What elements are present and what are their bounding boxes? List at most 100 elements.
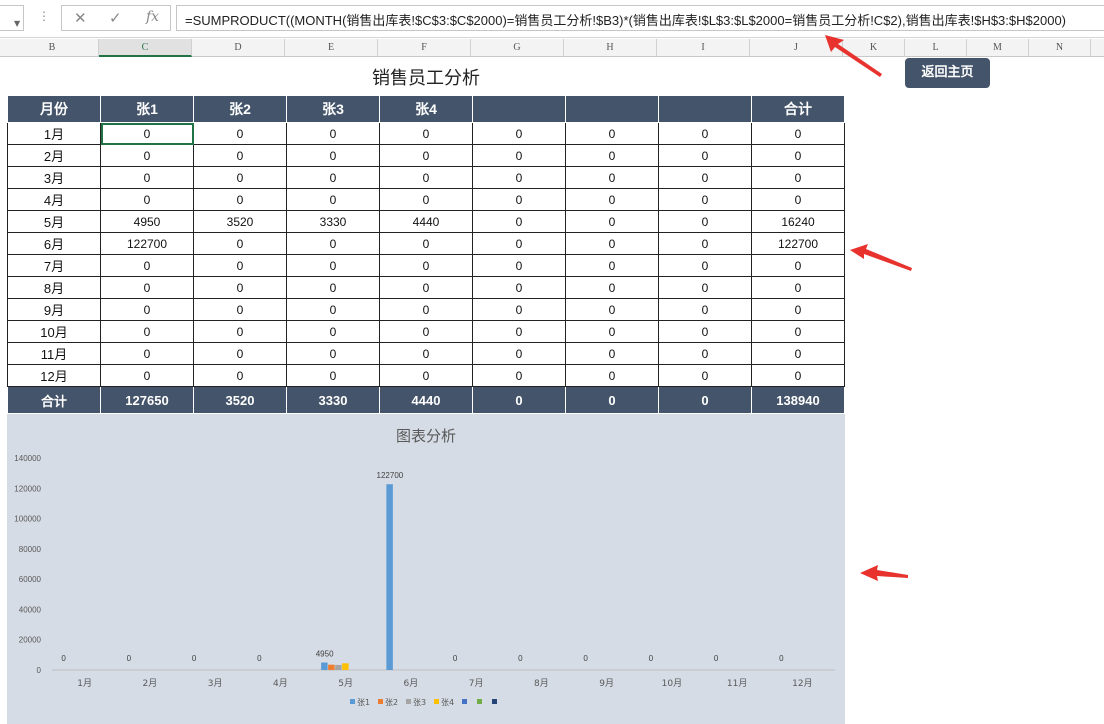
value-cell[interactable]: 0 [472,364,566,387]
month-cell[interactable]: 11月 [7,342,101,365]
month-cell[interactable]: 6月 [7,232,101,255]
month-cell[interactable]: 8月 [7,276,101,299]
value-cell[interactable]: 0 [565,320,659,343]
month-cell[interactable]: 7月 [7,254,101,277]
insert-function-icon[interactable]: fx [146,9,159,25]
value-cell[interactable]: 0 [565,166,659,189]
value-cell[interactable]: 0 [658,144,752,167]
value-cell[interactable]: 0 [658,320,752,343]
return-home-button[interactable]: 返回主页 [905,58,990,88]
value-cell[interactable]: 4950 [100,210,194,233]
value-cell[interactable]: 0 [472,232,566,255]
value-cell[interactable]: 0 [379,188,473,211]
more-options-icon[interactable]: ⋮ [38,9,50,23]
value-cell[interactable]: 0 [100,188,194,211]
value-cell[interactable]: 0 [658,166,752,189]
total-cell[interactable]: 0 [565,386,659,414]
column-header-f[interactable]: F [378,39,471,57]
total-label[interactable]: 合计 [7,386,101,414]
value-cell[interactable]: 0 [100,254,194,277]
value-cell[interactable]: 0 [472,188,566,211]
name-box[interactable]: ▼ [0,5,24,31]
value-cell[interactable]: 3520 [193,210,287,233]
value-cell[interactable]: 122700 [100,232,194,255]
header-cell[interactable]: 合计 [751,95,845,123]
value-cell[interactable]: 0 [751,166,845,189]
value-cell[interactable]: 0 [379,364,473,387]
value-cell[interactable]: 0 [658,276,752,299]
total-cell[interactable]: 3520 [193,386,287,414]
value-cell[interactable]: 0 [379,342,473,365]
value-cell[interactable]: 0 [193,166,287,189]
value-cell[interactable]: 0 [565,188,659,211]
header-cell[interactable] [472,95,566,123]
value-cell[interactable]: 0 [193,342,287,365]
value-cell[interactable]: 16240 [751,210,845,233]
value-cell[interactable]: 0 [472,276,566,299]
month-cell[interactable]: 3月 [7,166,101,189]
value-cell[interactable]: 0 [751,276,845,299]
value-cell[interactable]: 0 [472,254,566,277]
value-cell[interactable]: 0 [379,298,473,321]
value-cell[interactable]: 122700 [751,232,845,255]
value-cell[interactable]: 0 [100,342,194,365]
value-cell[interactable]: 0 [751,342,845,365]
value-cell[interactable]: 0 [565,210,659,233]
header-cell[interactable] [658,95,752,123]
month-cell[interactable]: 10月 [7,320,101,343]
cancel-icon[interactable]: ✕ [74,9,87,27]
value-cell[interactable]: 0 [286,144,380,167]
value-cell[interactable]: 0 [751,122,845,145]
value-cell[interactable]: 0 [286,276,380,299]
total-cell[interactable]: 127650 [100,386,194,414]
value-cell[interactable]: 0 [472,298,566,321]
value-cell[interactable]: 0 [286,320,380,343]
value-cell[interactable]: 0 [751,144,845,167]
value-cell[interactable]: 4440 [379,210,473,233]
value-cell[interactable]: 0 [193,188,287,211]
value-cell[interactable]: 0 [379,232,473,255]
value-cell[interactable]: 0 [100,364,194,387]
value-cell[interactable]: 0 [193,276,287,299]
value-cell[interactable]: 0 [658,364,752,387]
value-cell[interactable]: 0 [286,342,380,365]
value-cell[interactable]: 0 [565,122,659,145]
value-cell[interactable]: 0 [193,364,287,387]
month-cell[interactable]: 1月 [7,122,101,145]
value-cell[interactable]: 0 [658,210,752,233]
value-cell[interactable]: 0 [472,166,566,189]
value-cell[interactable]: 0 [472,144,566,167]
value-cell[interactable]: 0 [379,144,473,167]
value-cell[interactable]: 0 [565,298,659,321]
value-cell[interactable]: 0 [193,320,287,343]
value-cell[interactable]: 0 [286,298,380,321]
value-cell[interactable]: 0 [565,342,659,365]
month-cell[interactable]: 5月 [7,210,101,233]
value-cell[interactable]: 0 [658,232,752,255]
value-cell[interactable]: 0 [100,144,194,167]
column-header-c[interactable]: C [99,39,192,57]
column-header-h[interactable]: H [564,39,657,57]
header-cell[interactable]: 张1 [100,95,194,123]
total-cell[interactable]: 0 [658,386,752,414]
column-header-d[interactable]: D [192,39,285,57]
value-cell[interactable]: 0 [193,144,287,167]
value-cell[interactable]: 0 [286,122,380,145]
value-cell[interactable]: 0 [193,254,287,277]
value-cell[interactable]: 0 [751,320,845,343]
chart-area[interactable]: 图表分析 0 20000 40000 60000 80000 100000 120000 140… [7,414,845,724]
value-cell[interactable]: 0 [658,122,752,145]
value-cell[interactable]: 0 [379,276,473,299]
formula-input[interactable]: =SUMPRODUCT((MONTH(销售出库表!$C$3:$C$2000)=销… [176,5,1104,31]
value-cell[interactable]: 0 [472,342,566,365]
header-cell[interactable]: 张4 [379,95,473,123]
value-cell[interactable]: 0 [751,298,845,321]
value-cell[interactable]: 0 [751,254,845,277]
value-cell[interactable]: 0 [658,188,752,211]
total-cell[interactable]: 0 [472,386,566,414]
value-cell[interactable]: 0 [193,298,287,321]
value-cell[interactable]: 0 [286,188,380,211]
value-cell[interactable]: 0 [472,122,566,145]
month-cell[interactable]: 2月 [7,144,101,167]
value-cell[interactable]: 0 [286,364,380,387]
